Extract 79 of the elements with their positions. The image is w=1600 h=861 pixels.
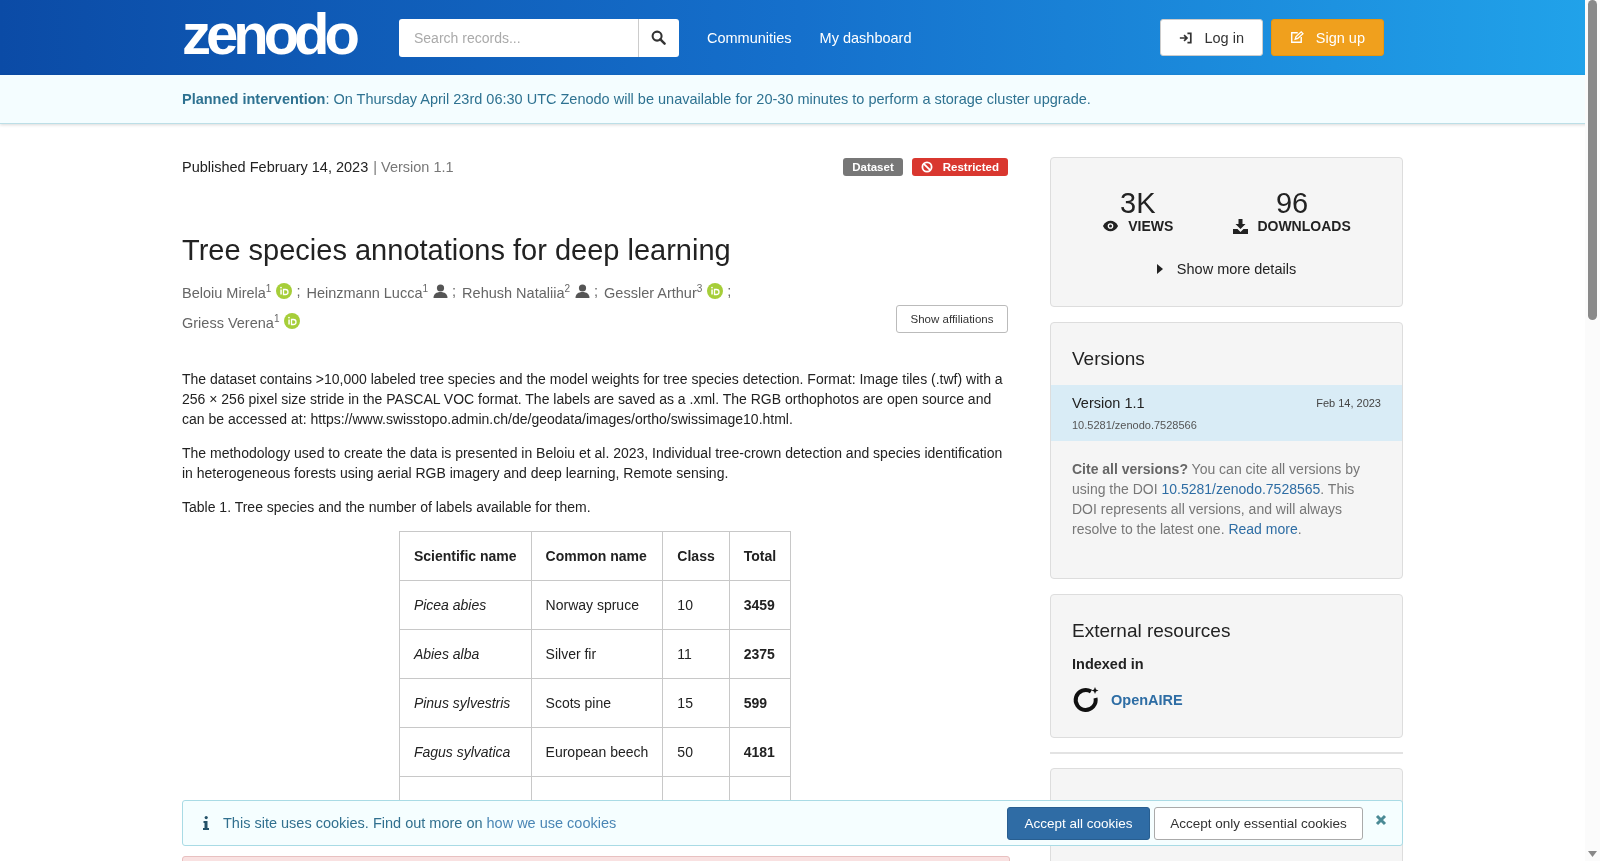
separator: ; bbox=[727, 281, 732, 301]
type-badge: Dataset bbox=[843, 158, 903, 176]
separator: ; bbox=[296, 281, 301, 301]
logo[interactable]: zenodo bbox=[182, 0, 361, 69]
description-paragraph: The methodology used to create the data is presented in Beloiu et al. 2023, Individual tree-crown detection and species identification in heterogeneous forests using aerial RGB imagery and deep learning, Remote sensing. bbox=[182, 443, 1004, 483]
creator-link[interactable]: Rehush Nataliia$^{2}$ bbox=[462, 279, 571, 303]
person-icon bbox=[433, 283, 449, 298]
openaire-logo-icon bbox=[1072, 686, 1100, 714]
table-cell: Fagus sylvatica bbox=[399, 727, 532, 777]
show-affiliations-button[interactable]: Show affiliations bbox=[896, 304, 1008, 333]
table-cell: 3459 bbox=[729, 580, 791, 630]
cookie-message: This site uses cookies. Find out more on bbox=[223, 815, 483, 831]
accept-all-button[interactable]: Accept all cookies bbox=[1007, 806, 1150, 840]
table-cell: 50 bbox=[662, 727, 730, 777]
publication-date: Published February 14, 2023 bbox=[182, 159, 369, 175]
stat-value: 3K bbox=[1120, 188, 1156, 218]
caret-icon bbox=[1156, 264, 1163, 274]
search-button[interactable] bbox=[638, 18, 679, 57]
table-cell: Abies alba bbox=[399, 629, 532, 679]
creator-link[interactable]: Griess Verena$^{1}$ bbox=[182, 308, 280, 333]
orcid-icon[interactable] bbox=[707, 282, 724, 299]
version-label: | Version 1.1 bbox=[373, 159, 454, 175]
table-cell: Picea abies bbox=[399, 580, 532, 630]
table-cell: Scots pine bbox=[531, 678, 663, 728]
column-header: Class bbox=[662, 531, 730, 581]
card-heading: Versions bbox=[1071, 347, 1146, 371]
orcid-icon[interactable] bbox=[284, 312, 301, 329]
table-cell: 10 bbox=[662, 580, 730, 630]
description-paragraph: The dataset contains >10,000 labeled tree species and the model weights for tree species detection. Format: Image tiles (.twf) with a 256 × 256 pixel size stride in the PASCAL VOC format. The labels are saved as a .xml. The RGB orthophotos are open source and can be accessed at: https://www.swisstopo.admin.ch/de/geodata/images/ortho/swissimage10.html. bbox=[182, 369, 1004, 429]
edit-icon bbox=[1290, 30, 1304, 45]
cite-text: Cite all versions? You can cite all versions by using the DOI 10.5281/zenodo.7528565. This DOI represents all versions, and will always resolve to the latest one. Read more. bbox=[1072, 460, 1361, 539]
table-cell: Norway spruce bbox=[531, 580, 663, 630]
scroll-down-icon[interactable] bbox=[1588, 851, 1597, 857]
table-cell: Pinus sylvestris bbox=[399, 678, 532, 728]
creator-link[interactable]: Heinzmann Lucca$^{1}$ bbox=[306, 279, 429, 303]
ban-icon bbox=[920, 161, 933, 173]
accept-essential-button[interactable]: Accept only essential cookies bbox=[1154, 806, 1363, 840]
stat-label: DOWNLOADS bbox=[1257, 218, 1351, 234]
table-cell: European beech bbox=[531, 727, 663, 777]
access-badge: Restricted bbox=[911, 158, 1008, 176]
table-cell: 599 bbox=[729, 678, 791, 728]
log-in-button[interactable]: Log in bbox=[1160, 19, 1263, 56]
table-cell: Silver fir bbox=[531, 629, 663, 679]
table-cell: 2375 bbox=[729, 629, 791, 679]
stat-label: VIEWS bbox=[1128, 218, 1174, 234]
separator: ; bbox=[594, 281, 599, 301]
column-header: Total bbox=[729, 531, 791, 581]
separator: ; bbox=[452, 281, 457, 301]
close-icon[interactable] bbox=[1375, 814, 1387, 826]
person-icon bbox=[575, 283, 591, 298]
scrollbar-thumb[interactable] bbox=[1588, 0, 1597, 320]
cite-link[interactable]: Read more bbox=[1228, 521, 1298, 537]
sign-in-icon bbox=[1179, 30, 1193, 45]
scrollbar[interactable] bbox=[1585, 0, 1600, 861]
cookie-policy-link[interactable]: how we use cookies bbox=[486, 815, 617, 831]
notice-text: Planned intervention: On Thursday April 23rd 06:30 UTC Zenodo will be unavailable for 20-30 minutes to perform a storage cluster upgrade. bbox=[182, 91, 1091, 107]
resource-link[interactable]: OpenAIRE bbox=[1111, 692, 1183, 708]
nav-link[interactable]: Communities bbox=[707, 29, 792, 46]
show-more-details-button[interactable]: Show more details bbox=[1150, 260, 1303, 278]
column-header: Common name bbox=[531, 531, 663, 581]
table-cell: 15 bbox=[662, 678, 730, 728]
creator-link[interactable]: Beloiu Mirela$^{1}$ bbox=[182, 279, 272, 303]
table-cell: 11 bbox=[662, 629, 730, 679]
nav-link[interactable]: My dashboard bbox=[819, 29, 912, 46]
search-field[interactable]: Search records... bbox=[399, 18, 638, 57]
description-paragraph: Table 1. Tree species and the number of labels available for them. bbox=[182, 497, 592, 517]
orcid-icon[interactable] bbox=[276, 282, 293, 299]
stat-value: 96 bbox=[1275, 188, 1309, 218]
version-item[interactable]: Version 1.1 Feb 14, 2023 10.5281/zenodo.7528566 bbox=[1051, 385, 1402, 441]
column-header: Scientific name bbox=[399, 531, 532, 581]
indexed-in-label: Indexed in bbox=[1071, 656, 1145, 672]
search-icon bbox=[651, 30, 667, 45]
eye-icon bbox=[1102, 220, 1120, 232]
info-icon bbox=[203, 816, 209, 830]
record-title: Tree species annotations for deep learning bbox=[182, 234, 732, 267]
table-cell: 4181 bbox=[729, 727, 791, 777]
download-icon bbox=[1233, 218, 1249, 234]
card-heading: External resources bbox=[1071, 619, 1232, 643]
creator-link[interactable]: Gessler Arthur$^{3}$ bbox=[604, 279, 703, 303]
